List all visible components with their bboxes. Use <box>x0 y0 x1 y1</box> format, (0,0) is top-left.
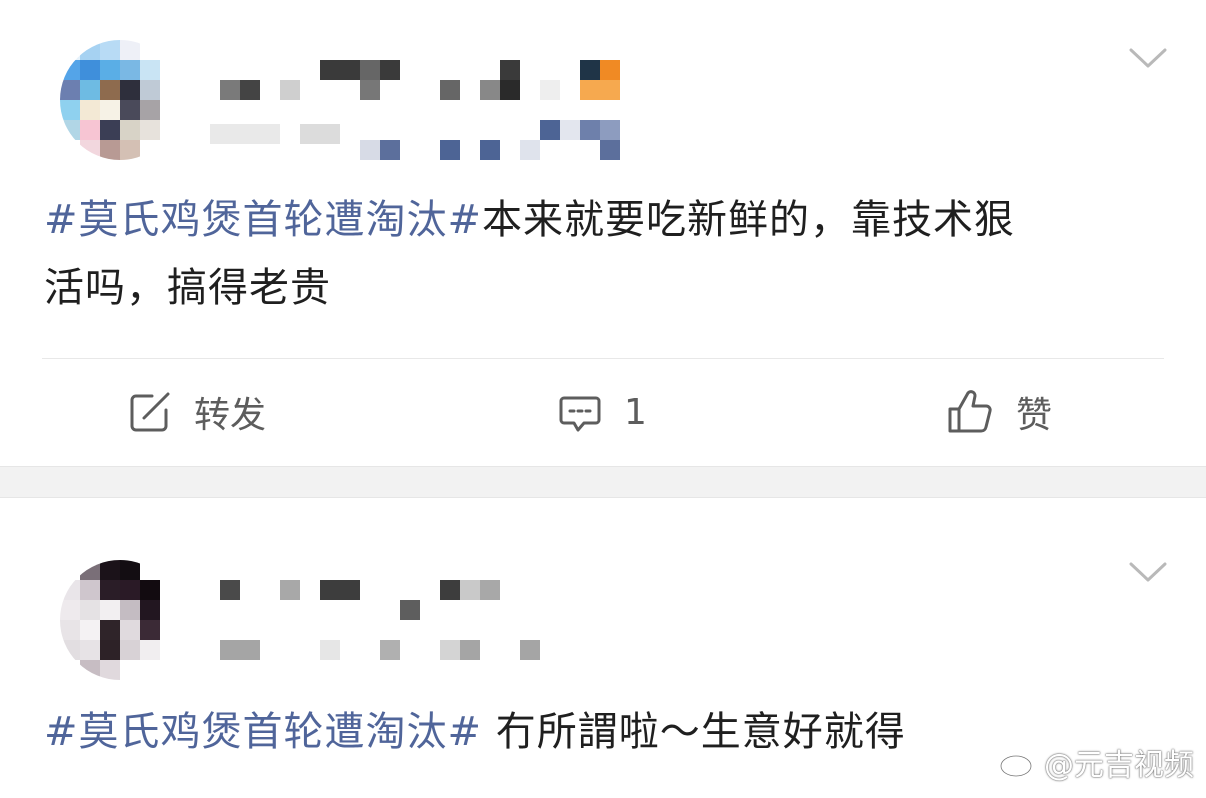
post-meta-blurred <box>0 0 700 170</box>
post-text-line1: 本来就要吃新鲜的，靠技术狠 <box>482 197 1016 243</box>
post-text: #莫氏鸡煲首轮遭淘汰# 冇所謂啦～生意好就得 <box>44 698 1164 766</box>
weibo-icon <box>999 747 1038 778</box>
post-text: #莫氏鸡煲首轮遭淘汰#本来就要吃新鲜的，靠技术狠 活吗，搞得老贵 <box>44 186 1164 322</box>
post-card: #莫氏鸡煲首轮遭淘汰#本来就要吃新鲜的，靠技术狠 活吗，搞得老贵 转发 1 赞 <box>0 0 1206 466</box>
comment-icon <box>559 396 601 432</box>
watermark-text: @元吉视频 <box>1044 748 1194 783</box>
repost-label: 转发 <box>194 395 267 436</box>
divider <box>42 358 1164 359</box>
chevron-down-icon[interactable] <box>1128 44 1168 74</box>
hashtag-link[interactable]: #莫氏鸡煲首轮遭淘汰# <box>44 197 482 243</box>
post-text-body: 冇所謂啦～生意好就得 <box>482 709 906 755</box>
post-separator <box>0 466 1206 498</box>
repost-icon <box>130 392 170 432</box>
comment-button[interactable]: 1 <box>558 382 647 442</box>
watermark: @元吉视频 <box>998 740 1194 784</box>
thumbs-up-icon <box>948 390 992 433</box>
post-text-line2: 活吗，搞得老贵 <box>44 265 331 311</box>
chevron-down-icon[interactable] <box>1128 558 1168 588</box>
comment-count: 1 <box>624 391 647 433</box>
post-meta-blurred <box>0 498 700 678</box>
hashtag-link[interactable]: #莫氏鸡煲首轮遭淘汰# <box>44 709 482 755</box>
repost-button[interactable]: 转发 <box>128 382 266 442</box>
like-button[interactable]: 赞 <box>946 382 1052 442</box>
like-label: 赞 <box>1016 395 1053 436</box>
